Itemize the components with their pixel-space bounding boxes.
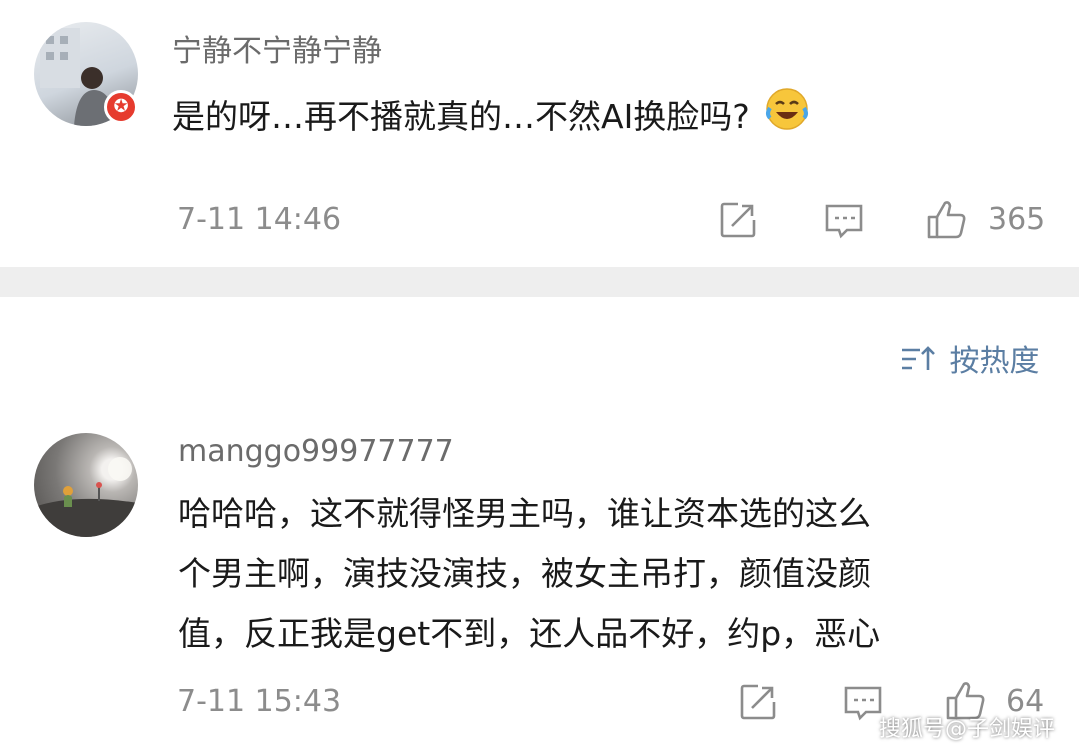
reply-icon[interactable] bbox=[842, 682, 884, 724]
sort-icon bbox=[900, 344, 936, 382]
verified-badge-icon: ✪ bbox=[104, 90, 138, 124]
avatar[interactable] bbox=[34, 433, 138, 537]
reply-icon[interactable] bbox=[823, 200, 865, 242]
comment-text-line: 个男主啊，演技没演技，被女主吊打，颜值没颜 bbox=[178, 554, 871, 593]
section-divider bbox=[0, 267, 1079, 297]
comment-timestamp: 7-11 15:43 bbox=[177, 684, 342, 719]
comment-text: 是的呀…再不播就真的…不然AI换脸吗? bbox=[172, 86, 810, 151]
sort-button[interactable]: 按热度 bbox=[900, 336, 1040, 382]
like-count: 365 bbox=[988, 202, 1046, 237]
comment-text: 哈哈哈，这不就得怪男主吗，谁让资本选的这么 个男主啊，演技没演技，被女主吊打，颜… bbox=[178, 484, 880, 664]
comment-text-line: 是的呀…再不播就真的…不然AI换脸吗? bbox=[172, 97, 750, 136]
comment-text-line: 哈哈哈，这不就得怪男主吗，谁让资本选的这么 bbox=[178, 494, 871, 533]
comment-text-line: 值，反正我是get不到，还人品不好，约p，恶心 bbox=[178, 614, 881, 653]
comment-username[interactable]: 宁静不宁静宁静 bbox=[172, 26, 382, 70]
share-icon[interactable] bbox=[738, 682, 778, 722]
comment-username[interactable]: manggo99977777 bbox=[178, 434, 454, 469]
laughing-crying-emoji-icon bbox=[764, 86, 810, 151]
sort-label: 按热度 bbox=[949, 344, 1040, 379]
watermark: 搜狐号@子剑娱评 bbox=[878, 717, 1055, 742]
share-icon[interactable] bbox=[718, 200, 758, 240]
comment-timestamp: 7-11 14:46 bbox=[177, 202, 342, 237]
like-icon[interactable] bbox=[925, 197, 969, 241]
